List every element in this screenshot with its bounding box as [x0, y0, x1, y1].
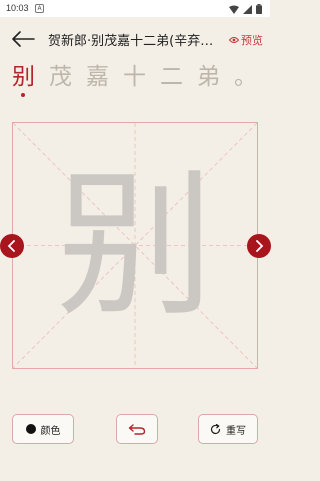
undo-button[interactable]	[116, 414, 158, 444]
char-item[interactable]: 别	[10, 62, 37, 97]
signal-icon	[243, 4, 252, 14]
preview-button[interactable]: 预览	[229, 32, 263, 48]
back-button[interactable]	[10, 29, 36, 49]
reset-label: 重写	[226, 425, 246, 437]
chevron-right-icon	[256, 240, 264, 252]
page-title: 贺新郎·别茂嘉十二弟(辛弃…	[48, 34, 214, 49]
battery-icon	[256, 4, 262, 14]
next-char-button[interactable]	[247, 234, 271, 258]
back-arrow-icon	[12, 31, 35, 47]
status-time: 10:03	[6, 3, 29, 13]
char-label: 嘉	[86, 64, 109, 90]
notification-icon: A	[35, 4, 44, 13]
char-item[interactable]: 二	[158, 62, 185, 92]
char-item[interactable]: 十	[121, 62, 148, 92]
reset-icon	[210, 423, 221, 434]
chevron-left-icon	[7, 240, 15, 252]
char-item[interactable]: 嘉	[84, 62, 111, 92]
char-item[interactable]: 。	[232, 62, 259, 92]
color-button[interactable]: 颜色	[12, 414, 74, 444]
character-strip: 别 茂 嘉 十 二 弟 。	[10, 62, 270, 102]
char-item[interactable]: 弟	[195, 62, 222, 92]
current-char-indicator	[21, 93, 25, 97]
color-label: 颜色	[40, 425, 61, 437]
guide-character: 别	[56, 153, 214, 338]
eye-icon	[229, 37, 239, 43]
char-item[interactable]: 茂	[47, 62, 74, 92]
wifi-icon	[229, 5, 239, 14]
header: 贺新郎·别茂嘉十二弟(辛弃… 预览	[0, 17, 270, 61]
char-label: 别	[12, 64, 35, 90]
color-swatch	[25, 424, 36, 434]
char-label: 茂	[49, 64, 72, 90]
prev-char-button[interactable]	[0, 234, 24, 258]
undo-icon	[128, 424, 146, 435]
preview-label: 预览	[241, 34, 263, 47]
status-icons	[229, 4, 262, 14]
writing-canvas[interactable]: 别	[12, 122, 258, 369]
reset-button[interactable]: 重写	[198, 414, 258, 444]
status-bar: 10:03 A	[0, 0, 270, 17]
char-label: 十	[123, 64, 146, 90]
char-label: 二	[160, 64, 183, 90]
char-label: 。	[234, 64, 257, 90]
char-label: 弟	[197, 64, 220, 90]
